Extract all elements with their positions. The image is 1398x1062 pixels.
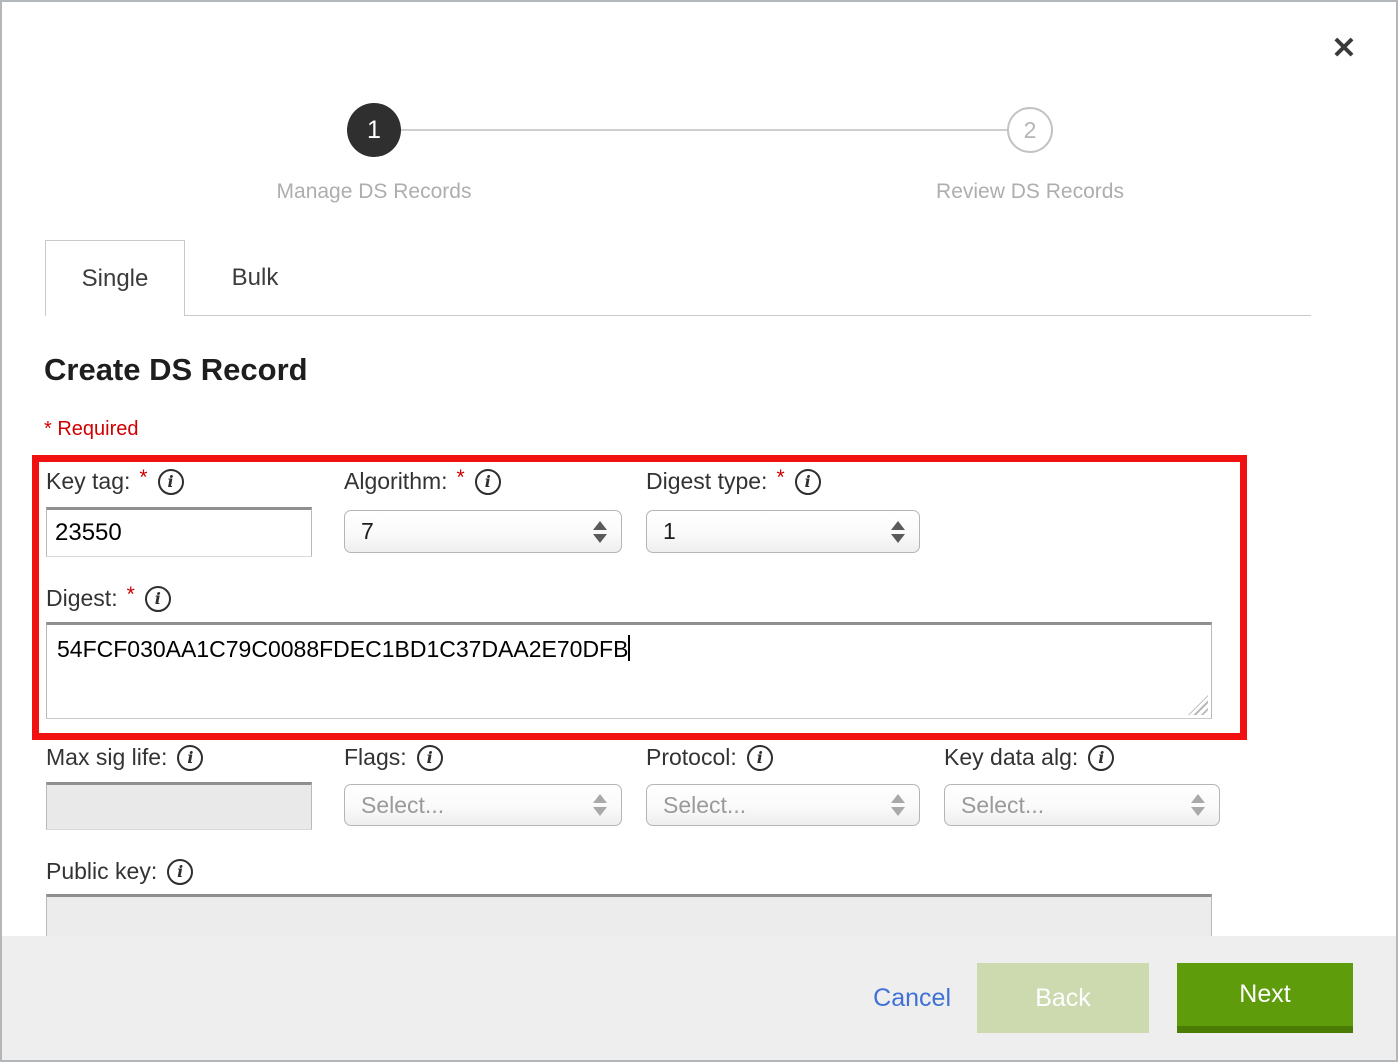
algorithm-select[interactable]: 7 bbox=[344, 510, 622, 553]
digest-type-select-value: 1 bbox=[663, 518, 891, 545]
dialog-footer: Cancel Back Next bbox=[2, 936, 1396, 1060]
select-arrows-icon bbox=[593, 794, 607, 816]
info-icon[interactable]: i bbox=[417, 745, 443, 771]
key-data-alg-label-text: Key data alg: bbox=[944, 744, 1078, 771]
select-arrows-icon bbox=[593, 521, 607, 543]
next-button[interactable]: Next bbox=[1177, 963, 1353, 1033]
tab-single[interactable]: Single bbox=[45, 240, 185, 316]
step-2-circle: 2 bbox=[1007, 107, 1053, 153]
max-sig-life-input[interactable] bbox=[46, 782, 312, 830]
digest-value: 54FCF030AA1C79C0088FDEC1BD1C37DAA2E70DFB bbox=[57, 636, 628, 662]
required-asterisk: * bbox=[457, 466, 465, 490]
key-data-alg-select[interactable]: Select... bbox=[944, 784, 1220, 826]
info-icon[interactable]: i bbox=[475, 469, 501, 495]
flags-label: Flags: i bbox=[344, 744, 443, 771]
select-arrows-icon bbox=[891, 521, 905, 543]
step-1-label: Manage DS Records bbox=[174, 180, 574, 204]
digest-type-select[interactable]: 1 bbox=[646, 510, 920, 553]
max-sig-life-label: Max sig life: i bbox=[46, 744, 203, 771]
tab-divider bbox=[185, 315, 1311, 316]
tab-bulk[interactable]: Bulk bbox=[185, 240, 325, 316]
protocol-label-text: Protocol: bbox=[646, 744, 737, 771]
digest-textarea[interactable]: 54FCF030AA1C79C0088FDEC1BD1C37DAA2E70DFB bbox=[46, 622, 1212, 719]
page-title: Create DS Record bbox=[44, 352, 308, 388]
info-icon[interactable]: i bbox=[795, 469, 821, 495]
key-tag-label-text: Key tag: bbox=[46, 468, 130, 495]
flags-select-value: Select... bbox=[361, 792, 593, 819]
max-sig-life-label-text: Max sig life: bbox=[46, 744, 167, 771]
required-asterisk: * bbox=[776, 466, 784, 490]
info-icon[interactable]: i bbox=[167, 859, 193, 885]
info-icon[interactable]: i bbox=[1088, 745, 1114, 771]
info-icon[interactable]: i bbox=[158, 469, 184, 495]
create-ds-record-dialog: ✕ 1 2 Manage DS Records Review DS Record… bbox=[0, 0, 1398, 1062]
algorithm-select-value: 7 bbox=[361, 518, 593, 545]
digest-label-text: Digest: bbox=[46, 585, 118, 612]
protocol-label: Protocol: i bbox=[646, 744, 773, 771]
info-icon[interactable]: i bbox=[177, 745, 203, 771]
flags-label-text: Flags: bbox=[344, 744, 407, 771]
key-data-alg-select-value: Select... bbox=[961, 792, 1191, 819]
step-1-circle: 1 bbox=[347, 103, 401, 157]
algorithm-label: Algorithm: * i bbox=[344, 468, 501, 495]
digest-type-label: Digest type: * i bbox=[646, 468, 821, 495]
info-icon[interactable]: i bbox=[747, 745, 773, 771]
protocol-select[interactable]: Select... bbox=[646, 784, 920, 826]
flags-select[interactable]: Select... bbox=[344, 784, 622, 826]
select-arrows-icon bbox=[1191, 794, 1205, 816]
key-data-alg-label: Key data alg: i bbox=[944, 744, 1114, 771]
cancel-link[interactable]: Cancel bbox=[873, 984, 951, 1013]
protocol-select-value: Select... bbox=[663, 792, 891, 819]
resize-handle-icon[interactable] bbox=[1188, 695, 1208, 715]
required-asterisk: * bbox=[139, 466, 147, 490]
digest-type-label-text: Digest type: bbox=[646, 468, 767, 495]
info-icon[interactable]: i bbox=[145, 586, 171, 612]
algorithm-label-text: Algorithm: bbox=[344, 468, 448, 495]
public-key-label-text: Public key: bbox=[46, 858, 157, 885]
select-arrows-icon bbox=[891, 794, 905, 816]
digest-label: Digest: * i bbox=[46, 585, 171, 612]
step-2-label: Review DS Records bbox=[830, 180, 1230, 204]
required-note: * Required bbox=[44, 418, 139, 441]
close-icon[interactable]: ✕ bbox=[1324, 28, 1364, 68]
stepper-connector bbox=[401, 129, 1009, 131]
key-tag-input[interactable] bbox=[46, 507, 312, 557]
text-caret bbox=[628, 635, 630, 661]
public-key-label: Public key: i bbox=[46, 858, 193, 885]
key-tag-label: Key tag: * i bbox=[46, 468, 184, 495]
required-asterisk: * bbox=[127, 583, 135, 607]
back-button[interactable]: Back bbox=[977, 963, 1149, 1033]
